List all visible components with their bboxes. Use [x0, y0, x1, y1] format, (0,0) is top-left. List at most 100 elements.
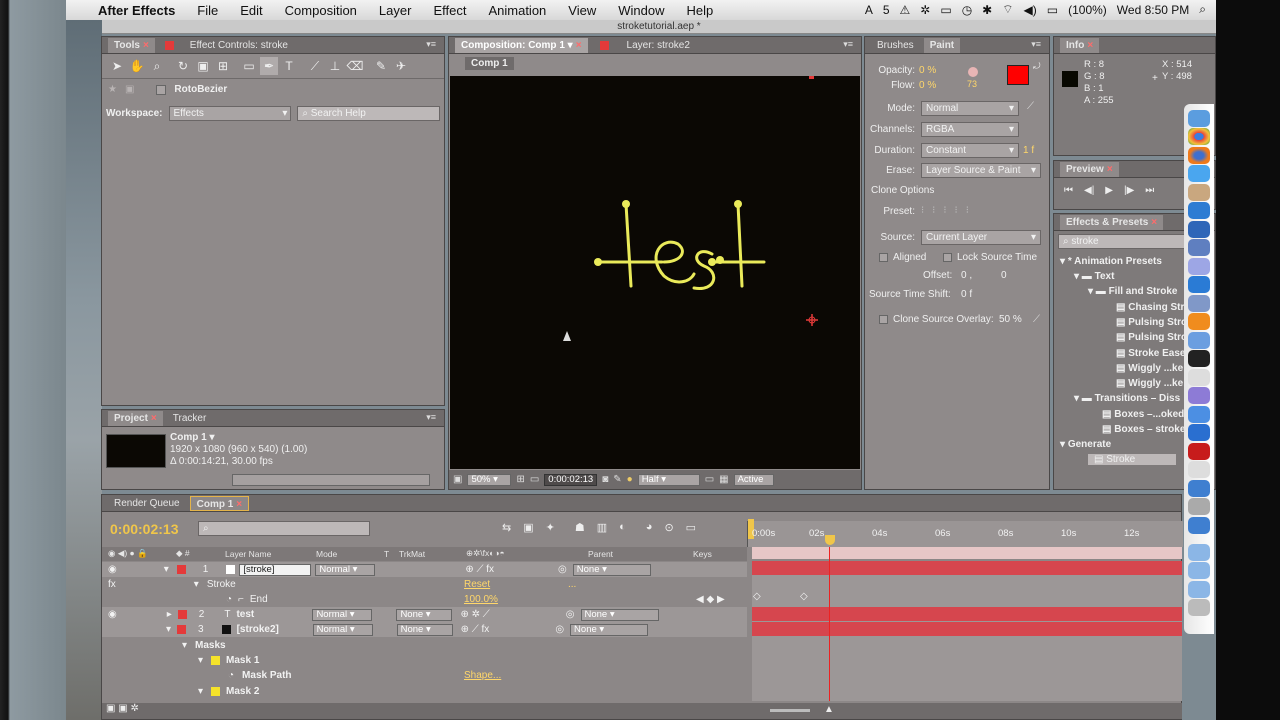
expand-icon[interactable]: ▾: [164, 564, 169, 575]
app-icon[interactable]: [1188, 516, 1210, 534]
flow-value[interactable]: 0 %: [919, 80, 936, 91]
first-frame-icon[interactable]: ⏮: [1064, 185, 1073, 196]
visibility-icon[interactable]: ◉: [108, 609, 117, 620]
zoom-dropdown[interactable]: 50% ▾: [467, 473, 512, 486]
keyframe-navigator[interactable]: ◀ ◆ ▶: [696, 594, 725, 605]
filezilla-icon[interactable]: [1188, 442, 1210, 460]
transparency-grid-icon[interactable]: ▦: [719, 474, 728, 485]
roi-icon[interactable]: ▭: [705, 474, 714, 485]
duration-dropdown[interactable]: Constant ▾: [921, 143, 1019, 158]
mask-row-1[interactable]: ▾ Mask 1: [102, 653, 747, 668]
tree-transitions[interactable]: ▾ ▬ Transitions – Diss: [1074, 393, 1180, 404]
effect-options[interactable]: ...: [568, 579, 576, 590]
search-help-input[interactable]: ⌕ Search Help: [297, 106, 440, 121]
graph-editor-icon[interactable]: ▭: [686, 521, 696, 534]
tree-fill-stroke[interactable]: ▾ ▬ Fill and Stroke: [1088, 286, 1177, 297]
layer-name[interactable]: [stroke]: [239, 563, 312, 576]
brush-tip-icon[interactable]: [968, 67, 978, 77]
zoom-in-icon[interactable]: ▲: [824, 704, 834, 715]
menu-help[interactable]: Help: [675, 3, 724, 18]
rotobezier-checkbox[interactable]: [156, 84, 167, 95]
pin-tool-icon[interactable]: ✈: [392, 57, 410, 75]
tab-layer[interactable]: Layer: stroke2: [621, 38, 696, 53]
clone-overlay-value[interactable]: 50 %: [999, 314, 1022, 325]
end-value[interactable]: 100.0%: [464, 594, 498, 605]
trkmat-dropdown[interactable]: None ▾: [396, 608, 453, 621]
blend-mode-dropdown[interactable]: Normal ▾: [312, 623, 373, 636]
spotlight-icon[interactable]: ⌕: [1199, 2, 1206, 17]
tree-preset[interactable]: ▤ Boxes –...oked: [1102, 409, 1184, 420]
last-frame-icon[interactable]: ⏭: [1145, 185, 1154, 196]
app-icon[interactable]: [1188, 479, 1210, 497]
tree-preset[interactable]: ▤ Boxes – stroke: [1102, 424, 1185, 435]
layer-duration-bar[interactable]: [752, 622, 1182, 636]
trash-icon[interactable]: [1188, 599, 1210, 616]
layer-name[interactable]: [stroke2]: [237, 624, 311, 635]
motion-blur-icon[interactable]: ◐: [619, 521, 626, 534]
workspace-dropdown[interactable]: Effects ▾: [168, 106, 292, 121]
tree-preset[interactable]: ▤ Stroke Ease: [1116, 348, 1186, 359]
safe-zones-icon[interactable]: ⊞: [516, 474, 524, 485]
property-row-end[interactable]: ◔ ⌐ End 100.0% ◀ ◆ ▶: [102, 592, 747, 607]
playhead-line[interactable]: [828, 547, 830, 701]
show-snapshot-icon[interactable]: ✎: [613, 474, 621, 485]
mask-path-value[interactable]: Shape...: [464, 670, 501, 681]
menu-layer[interactable]: Layer: [368, 3, 423, 18]
display-icon[interactable]: ▭: [940, 3, 951, 17]
menu-view[interactable]: View: [557, 3, 607, 18]
footer-toggle-icons[interactable]: ▣ ▣ ✲: [106, 703, 139, 714]
tab-effects-presets[interactable]: Effects & Presets ×: [1060, 214, 1164, 230]
mask-path-row[interactable]: ◔ Mask Path Shape...: [102, 668, 747, 683]
work-area-bar[interactable]: [752, 547, 1182, 559]
label-color[interactable]: [177, 625, 187, 634]
masks-group-row[interactable]: ▾ Masks: [102, 638, 747, 653]
visibility-icon[interactable]: ◉: [108, 564, 117, 575]
photos-icon[interactable]: [1188, 183, 1210, 201]
expand-icon[interactable]: ▾: [166, 624, 171, 635]
comp-breadcrumb[interactable]: Comp 1: [465, 57, 514, 70]
parent-dropdown[interactable]: None ▾: [572, 563, 651, 576]
pan-behind-tool-icon[interactable]: ⊞: [214, 57, 232, 75]
menu-window[interactable]: Window: [607, 3, 675, 18]
trkmat-dropdown[interactable]: None ▾: [396, 623, 453, 636]
layer-row-1[interactable]: ◉ ▾ 1 [stroke] Normal ▾ ⊕ ⟋ fx ◎ None ▾: [102, 562, 747, 577]
tree-effect-stroke[interactable]: ▤ Stroke: [1088, 454, 1176, 465]
tab-preview[interactable]: Preview ×: [1060, 161, 1119, 177]
expand-icon[interactable]: ▾: [198, 686, 203, 697]
gear-icon[interactable]: ✲: [920, 3, 930, 17]
clock[interactable]: Wed 8:50 PM: [1117, 3, 1189, 17]
puppet-tool-icon[interactable]: ✎: [372, 57, 390, 75]
pickwhip-icon[interactable]: ◎: [555, 624, 564, 635]
clone-tool-icon[interactable]: ⊥: [326, 57, 344, 75]
tab-composition[interactable]: Composition: Comp 1 ▾ ×: [455, 37, 588, 53]
system-icon[interactable]: [1188, 202, 1210, 219]
offset-y[interactable]: 0: [1001, 270, 1007, 281]
premiere-icon[interactable]: [1188, 257, 1210, 275]
folder-icon[interactable]: [1188, 543, 1210, 561]
selection-tool-icon[interactable]: ➤: [108, 57, 126, 75]
tab-tracker[interactable]: Tracker: [167, 411, 213, 426]
expand-icon[interactable]: ▾: [182, 640, 187, 651]
tree-preset[interactable]: ▤ Pulsing Stro: [1116, 332, 1187, 343]
menu-file[interactable]: File: [186, 3, 229, 18]
draft-3d-icon[interactable]: ✦: [546, 521, 555, 534]
itunes-icon[interactable]: [1188, 368, 1210, 386]
mask-view-icon[interactable]: ▭: [530, 474, 539, 485]
channels-dropdown[interactable]: RGBA ▾: [921, 122, 1019, 137]
offset-x[interactable]: 0 ,: [961, 270, 972, 281]
panel-menu-icon[interactable]: ▾≡: [426, 39, 436, 50]
mask-row-2[interactable]: ▾ Mask 2: [102, 684, 747, 699]
text-tool-icon[interactable]: T: [280, 57, 298, 75]
blend-mode-dropdown[interactable]: Normal ▾: [312, 608, 373, 621]
effect-name[interactable]: Stroke: [207, 579, 236, 590]
menu-edit[interactable]: Edit: [229, 3, 273, 18]
rotate-tool-icon[interactable]: ↻: [174, 57, 192, 75]
comp-mini-flowchart-icon[interactable]: ⇆: [502, 521, 511, 534]
tab-render-queue[interactable]: Render Queue: [108, 496, 186, 511]
tab-paint[interactable]: Paint: [923, 37, 961, 53]
auto-keyframe-icon[interactable]: ⊙: [664, 521, 673, 534]
screenflow-icon[interactable]: [1188, 331, 1210, 349]
label-color[interactable]: [176, 565, 186, 574]
folder-icon[interactable]: [1188, 580, 1210, 598]
menu-composition[interactable]: Composition: [274, 3, 368, 18]
